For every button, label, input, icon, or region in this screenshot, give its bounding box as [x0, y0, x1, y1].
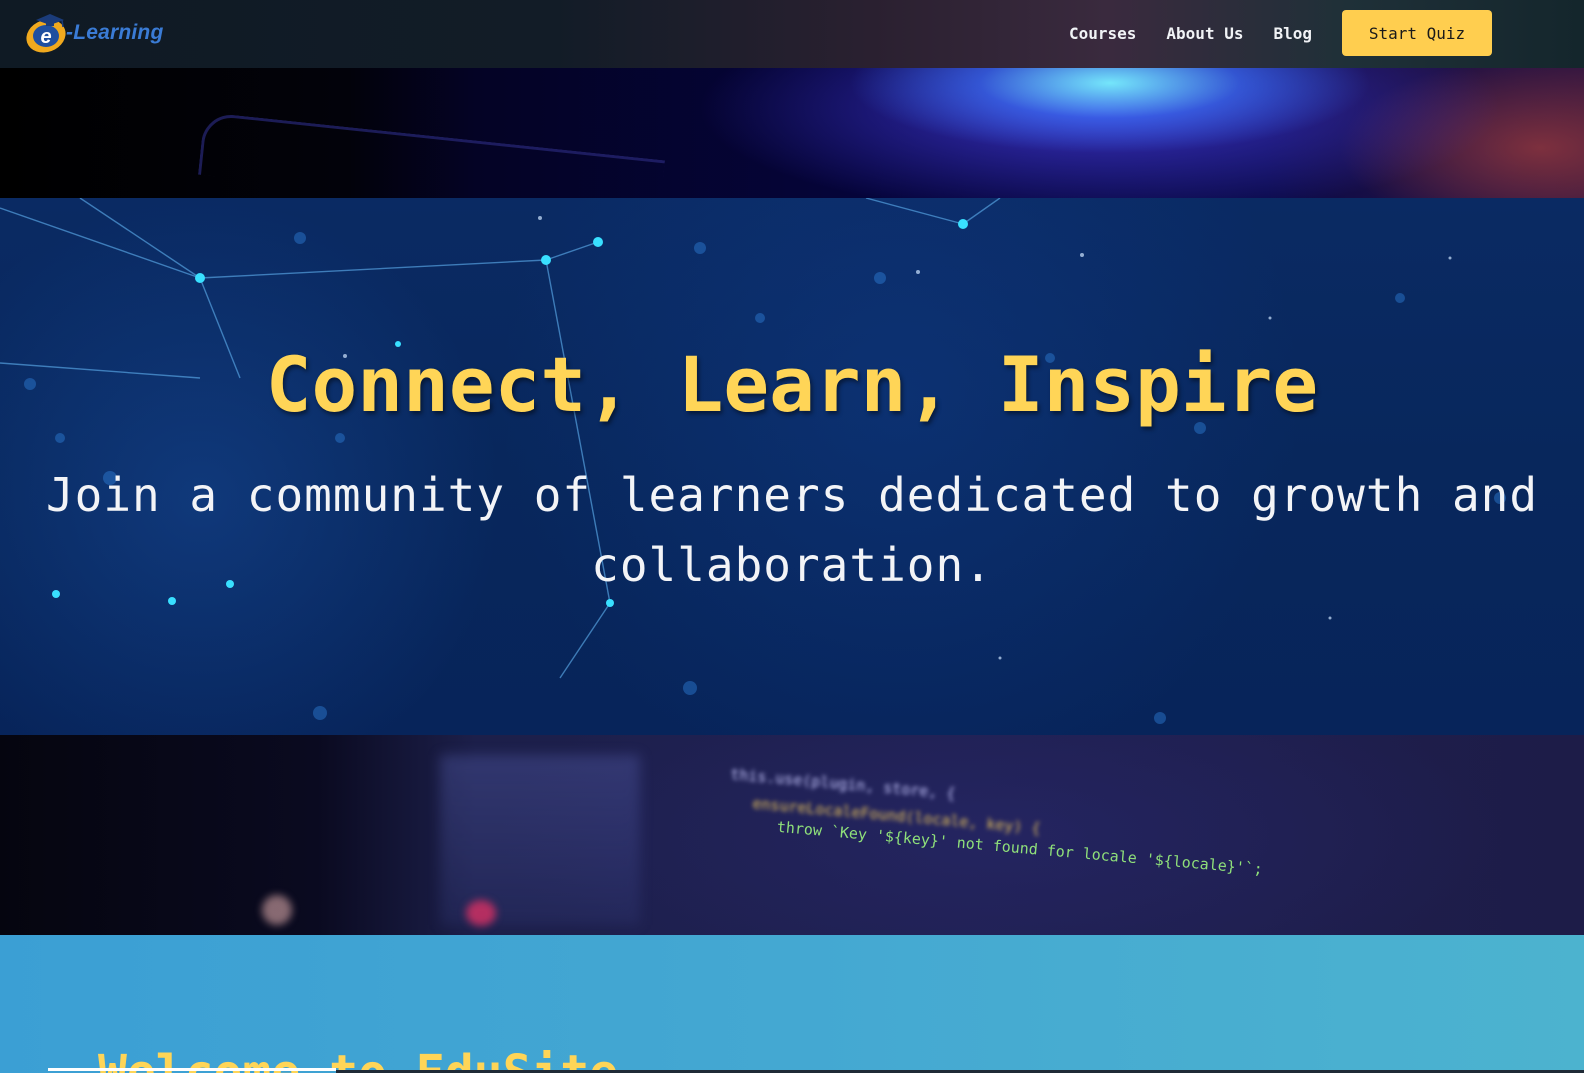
nav-link-courses[interactable]: Courses	[1069, 24, 1136, 43]
blurred-light-dot	[262, 895, 292, 925]
logo-text: -Learning	[66, 21, 164, 44]
hero-subtitle: Join a community of learners dedicated t…	[20, 460, 1564, 600]
navbar: e -Learning Courses About Us Blog Start …	[0, 0, 1584, 68]
welcome-underline	[48, 1068, 336, 1071]
abstract-light-banner	[0, 68, 1584, 224]
nav-link-about-us[interactable]: About Us	[1166, 24, 1243, 43]
code-screen-banner: this.use(plugin, store, { ensureLocaleFo…	[0, 735, 1584, 935]
svg-text:e: e	[40, 26, 51, 48]
nav-link-blog[interactable]: Blog	[1273, 24, 1312, 43]
hero-subtitle-line-2: collaboration.	[591, 538, 993, 592]
start-quiz-button[interactable]: Start Quiz	[1342, 10, 1492, 56]
hero-section: Connect, Learn, Inspire Join a community…	[0, 198, 1584, 735]
blurred-pink-dot	[466, 900, 496, 926]
welcome-section: Welcome to EduSite	[0, 935, 1584, 1073]
elearning-logo-icon: e	[26, 14, 66, 53]
hero-title: Connect, Learn, Inspire	[265, 340, 1319, 429]
nav-links: Courses About Us Blog Start Quiz	[1069, 10, 1492, 56]
site-logo[interactable]: e -Learning	[22, 10, 172, 56]
hero-subtitle-line-1: Join a community of learners dedicated t…	[45, 468, 1539, 522]
blurred-code-gutter	[440, 755, 640, 925]
